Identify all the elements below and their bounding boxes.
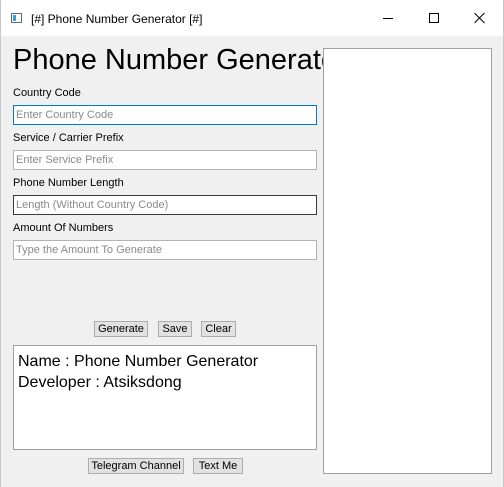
info-developer-line: Developer : Atsiksdong xyxy=(18,374,182,391)
number-length-input[interactable] xyxy=(13,195,317,215)
window-title: [#] Phone Number Generator [#] xyxy=(31,12,203,26)
country-code-label: Country Code xyxy=(13,87,81,99)
text-me-button[interactable]: Text Me xyxy=(193,458,243,474)
telegram-channel-button[interactable]: Telegram Channel xyxy=(88,458,184,474)
minimize-icon xyxy=(383,17,393,19)
app-window: [#] Phone Number Generator [#] Phone Num… xyxy=(0,0,504,487)
generate-button[interactable]: Generate xyxy=(94,321,148,337)
page-title: Phone Number Generator xyxy=(13,44,347,76)
info-name-line: Name : Phone Number Generator xyxy=(18,353,259,370)
amount-label: Amount Of Numbers xyxy=(13,222,114,234)
maximize-button[interactable] xyxy=(411,0,457,36)
clear-button[interactable]: Clear xyxy=(201,321,236,337)
number-length-label: Phone Number Length xyxy=(13,177,124,189)
close-button[interactable] xyxy=(457,0,503,36)
close-icon xyxy=(474,12,486,24)
maximize-icon xyxy=(429,13,439,23)
save-button[interactable]: Save xyxy=(158,321,192,337)
country-code-input[interactable] xyxy=(13,105,317,125)
app-icon xyxy=(11,13,22,23)
amount-input[interactable] xyxy=(13,240,317,260)
service-prefix-input[interactable] xyxy=(13,150,317,170)
output-textarea[interactable] xyxy=(323,48,492,474)
title-bar[interactable]: [#] Phone Number Generator [#] xyxy=(1,0,503,36)
service-prefix-label: Service / Carrier Prefix xyxy=(13,132,124,144)
minimize-button[interactable] xyxy=(365,0,411,36)
info-panel: Name : Phone Number Generator Developer … xyxy=(13,345,317,450)
